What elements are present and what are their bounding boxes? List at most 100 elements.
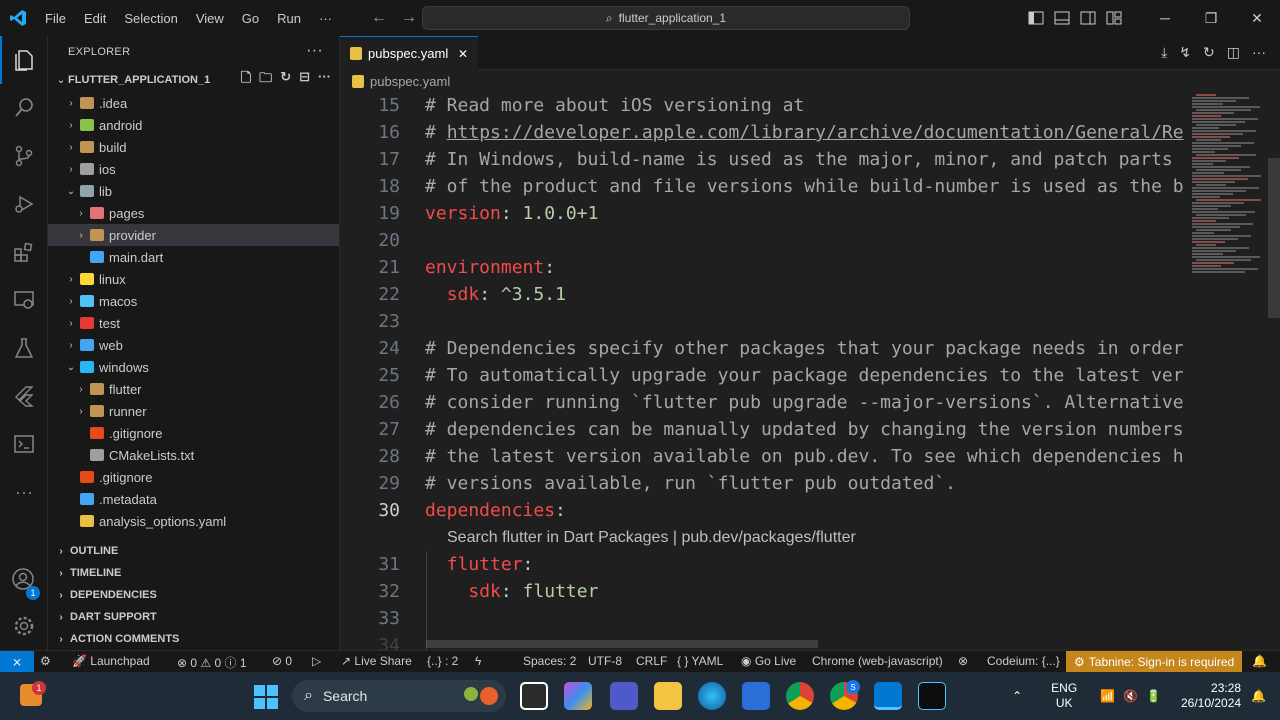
restore-icon[interactable]: ❐ bbox=[1188, 10, 1234, 27]
download-icon[interactable]: ⤓ bbox=[1161, 44, 1167, 61]
explorer-icon[interactable] bbox=[0, 36, 48, 84]
run-debug-icon[interactable] bbox=[0, 180, 48, 228]
tree-item[interactable]: main.dart bbox=[48, 246, 339, 268]
vertical-scrollbar[interactable] bbox=[1268, 158, 1280, 318]
terminal-app-icon[interactable] bbox=[918, 682, 946, 710]
refresh-icon[interactable]: ↻ bbox=[280, 69, 291, 91]
lightning-icon[interactable]: ϟ bbox=[475, 654, 481, 668]
sidebar-section[interactable]: › DEPENDENCIES bbox=[48, 584, 340, 606]
language-indicator[interactable]: ENG UK bbox=[1044, 681, 1084, 711]
tree-item[interactable]: › build bbox=[48, 136, 339, 158]
tree-item[interactable]: › provider bbox=[48, 224, 339, 246]
edge-icon[interactable] bbox=[698, 682, 726, 710]
tree-item[interactable]: › runner bbox=[48, 400, 339, 422]
clock[interactable]: 23:28 26/10/2024 bbox=[1171, 681, 1241, 711]
vscode-taskbar-icon[interactable] bbox=[874, 682, 902, 710]
tree-item[interactable]: › test bbox=[48, 312, 339, 334]
problems-item[interactable]: ⊗ 0 ⚠ 0 ⓘ 1 bbox=[177, 654, 247, 671]
code-editor[interactable]: 15 # Read more about iOS versioning at 16 #… bbox=[340, 94, 1190, 650]
sidebar-section[interactable]: › TIMELINE bbox=[48, 562, 340, 584]
menu-go[interactable]: Go bbox=[233, 11, 268, 26]
menu-edit[interactable]: Edit bbox=[75, 11, 115, 26]
terminal-icon[interactable] bbox=[0, 420, 48, 468]
tree-item[interactable]: analysis_options.yaml bbox=[48, 510, 339, 532]
split-editor-icon[interactable]: ◫ bbox=[1227, 44, 1240, 61]
remote-explorer-icon[interactable] bbox=[0, 276, 48, 324]
folder-more-icon[interactable]: ··· bbox=[318, 69, 331, 91]
tree-item[interactable]: › flutter bbox=[48, 378, 339, 400]
new-folder-icon[interactable]: 🗀 bbox=[259, 69, 272, 91]
tree-item[interactable]: › ios bbox=[48, 158, 339, 180]
accounts-icon[interactable]: 1 bbox=[0, 556, 48, 604]
live-share-item[interactable]: ↗ Live Share bbox=[341, 654, 412, 668]
language-item[interactable]: { } YAML bbox=[677, 654, 723, 668]
eol-item[interactable]: CRLF bbox=[636, 654, 667, 668]
source-control-icon[interactable] bbox=[0, 132, 48, 180]
menu-more[interactable]: ··· bbox=[310, 11, 341, 26]
task-view-icon[interactable] bbox=[520, 682, 548, 710]
sidebar-section[interactable]: › DART SUPPORT bbox=[48, 606, 340, 628]
horizontal-scrollbar[interactable] bbox=[426, 640, 818, 648]
copilot-app-icon[interactable] bbox=[564, 682, 592, 710]
go-live-item[interactable]: ◉ Go Live bbox=[741, 654, 796, 668]
sidebar-section[interactable]: › ACTION COMMENTS bbox=[48, 628, 340, 650]
teams-icon[interactable] bbox=[610, 682, 638, 710]
menu-run[interactable]: Run bbox=[268, 11, 310, 26]
customize-layout-icon[interactable] bbox=[1106, 11, 1122, 25]
tree-item[interactable]: ⌄ lib bbox=[48, 180, 339, 202]
tree-item[interactable]: › macos bbox=[48, 290, 339, 312]
chrome-icon[interactable] bbox=[786, 682, 814, 710]
back-arrow-icon[interactable]: ← bbox=[371, 9, 387, 27]
flutter-hot-reload-icon[interactable]: ↯ bbox=[1179, 44, 1191, 61]
tree-item[interactable]: › linux bbox=[48, 268, 339, 290]
codeium-item[interactable]: Codeium: {...} bbox=[987, 654, 1060, 668]
menu-file[interactable]: File bbox=[36, 11, 75, 26]
ports-item[interactable]: ⊘ 0 bbox=[272, 654, 292, 668]
search-icon[interactable] bbox=[0, 84, 48, 132]
collapse-all-icon[interactable]: ⊟ bbox=[299, 69, 310, 91]
tab-pubspec-yaml[interactable]: pubspec.yaml ✕ bbox=[340, 36, 478, 70]
toggle-panel-icon[interactable] bbox=[1054, 11, 1070, 25]
extensions-icon[interactable] bbox=[0, 228, 48, 276]
command-center-search[interactable]: ⌕ flutter_application_1 bbox=[422, 6, 910, 30]
encoding-item[interactable]: UTF-8 bbox=[588, 654, 622, 668]
tree-item[interactable]: › .idea bbox=[48, 92, 339, 114]
tree-item[interactable]: › pages bbox=[48, 202, 339, 224]
copilot-icon[interactable]: ⊗ bbox=[958, 654, 968, 668]
file-explorer-icon[interactable] bbox=[654, 682, 682, 710]
show-hidden-icons-icon[interactable]: ⌃ bbox=[1012, 689, 1022, 703]
device-item[interactable]: Chrome (web-javascript) bbox=[812, 654, 943, 668]
notifications-icon[interactable]: 🔔 bbox=[1252, 654, 1267, 668]
tree-item[interactable]: ⌄ windows bbox=[48, 356, 339, 378]
taskbar-search[interactable]: ⌕ Search bbox=[292, 680, 506, 712]
manage-gear-icon[interactable] bbox=[0, 602, 48, 650]
tabnine-item[interactable]: ⚙ Tabnine: Sign-in is required bbox=[1066, 651, 1242, 673]
wifi-icon[interactable]: 📶 bbox=[1100, 689, 1115, 703]
more-views-icon[interactable]: ··· bbox=[0, 468, 48, 516]
flutter-icon[interactable] bbox=[0, 372, 48, 420]
indentation-item[interactable]: Spaces: 2 bbox=[523, 654, 576, 668]
tab-close-icon[interactable]: ✕ bbox=[458, 47, 468, 61]
minimize-icon[interactable]: ─ bbox=[1142, 10, 1188, 27]
explorer-more-icon[interactable]: ··· bbox=[306, 42, 323, 60]
forward-arrow-icon[interactable]: → bbox=[401, 9, 417, 27]
windows-start-icon[interactable] bbox=[254, 685, 278, 712]
menu-view[interactable]: View bbox=[187, 11, 233, 26]
tree-item[interactable]: .gitignore bbox=[48, 422, 339, 444]
braces-item[interactable]: {..} : 2 bbox=[427, 654, 458, 668]
debug-icon[interactable]: ▷ bbox=[312, 654, 321, 668]
toggle-secondary-sidebar-icon[interactable] bbox=[1080, 11, 1096, 25]
battery-icon[interactable]: 🔋 bbox=[1146, 689, 1161, 703]
store-icon[interactable] bbox=[742, 682, 770, 710]
sync-icon[interactable]: ⚙ bbox=[40, 654, 51, 668]
close-icon[interactable]: ✕ bbox=[1234, 10, 1280, 27]
volume-icon[interactable]: 🔇 bbox=[1123, 689, 1138, 703]
testing-icon[interactable] bbox=[0, 324, 48, 372]
launchpad-item[interactable]: 🚀 Launchpad bbox=[72, 654, 150, 668]
workspace-folder-header[interactable]: ⌄ FLUTTER_APPLICATION_1 🗋 🗀 ↻ ⊟ ··· bbox=[48, 68, 339, 92]
menu-selection[interactable]: Selection bbox=[115, 11, 186, 26]
tree-item[interactable]: CMakeLists.txt bbox=[48, 444, 339, 466]
restart-icon[interactable]: ↻ bbox=[1203, 44, 1215, 61]
tree-item[interactable]: › android bbox=[48, 114, 339, 136]
tree-item[interactable]: › web bbox=[48, 334, 339, 356]
